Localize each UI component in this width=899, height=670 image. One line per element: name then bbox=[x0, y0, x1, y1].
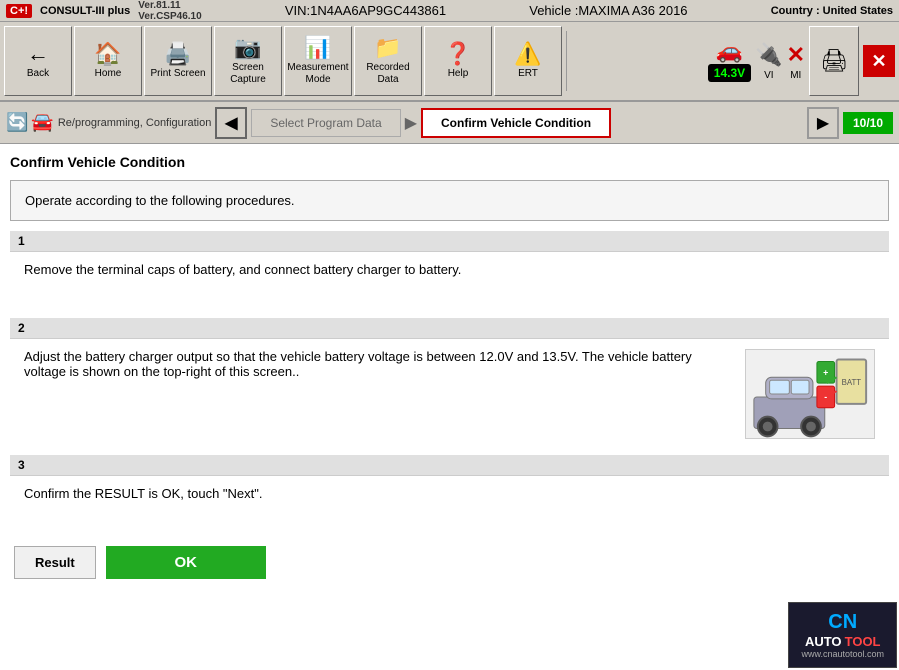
step-3-body: Confirm the RESULT is OK, touch "Next". bbox=[10, 476, 889, 536]
step-2-body: Adjust the battery charger output so tha… bbox=[10, 339, 889, 449]
mi-indicator: ✕ MI bbox=[787, 42, 805, 81]
breadcrumb-bar: 🔄 🚘 Re/programming, Configuration ◀ Sele… bbox=[0, 102, 899, 144]
voltage-indicator: 🚗 14.3V bbox=[708, 40, 751, 82]
printer-button[interactable]: 🖨 bbox=[809, 26, 859, 96]
print-label: Print Screen bbox=[150, 68, 205, 80]
toolbar-right: 🚗 14.3V 🔌 VI ✕ MI 🖨 ✕ bbox=[708, 26, 895, 96]
help-icon: ❓ bbox=[444, 43, 471, 65]
reprogram-section-icon: 🔄 🚘 bbox=[6, 112, 54, 133]
cn-text: CN bbox=[828, 611, 857, 633]
section-label: Re/programming, Configuration bbox=[58, 117, 211, 129]
title-bar: C+! CONSULT-III plus Ver.81.11 Ver.CSP46… bbox=[0, 0, 899, 22]
step-3: 3 Confirm the RESULT is OK, touch "Next"… bbox=[10, 455, 889, 536]
info-box: Operate according to the following proce… bbox=[10, 180, 889, 221]
close-button[interactable]: ✕ bbox=[863, 45, 895, 77]
home-icon: 🏠 bbox=[94, 43, 121, 65]
measurement-label: Measurement Mode bbox=[285, 62, 351, 86]
toolbar: ← Back 🏠 Home 🖨️ Print Screen 📷 Screen C… bbox=[0, 22, 899, 102]
svg-text:+: + bbox=[823, 367, 828, 377]
tool-text: TOOL bbox=[845, 634, 881, 649]
step-2-text: Adjust the battery charger output so tha… bbox=[24, 349, 735, 379]
logo-url: www.cnautotool.com bbox=[801, 649, 884, 659]
result-label: Result bbox=[14, 546, 96, 579]
progress-display: 10/10 bbox=[843, 112, 893, 134]
back-label: Back bbox=[27, 68, 49, 80]
cn-autotool-logo: CN AUTO TOOL www.cnautotool.com bbox=[788, 602, 897, 668]
step-2: 2 Adjust the battery charger output so t… bbox=[10, 318, 889, 449]
ert-icon: ⚠️ bbox=[514, 43, 541, 65]
battery-charger-illustration: BATT + - bbox=[745, 349, 875, 439]
measurement-mode-button[interactable]: 📊 Measurement Mode bbox=[284, 26, 352, 96]
back-icon: ← bbox=[27, 43, 49, 65]
printer2-icon: 🖨 bbox=[820, 48, 848, 74]
step-1: 1 Remove the terminal caps of battery, a… bbox=[10, 231, 889, 312]
recorded-icon: 📁 bbox=[374, 37, 401, 59]
print-screen-button[interactable]: 🖨️ Print Screen bbox=[144, 26, 212, 96]
screen-capture-label: Screen Capture bbox=[215, 62, 281, 86]
breadcrumb-next-button[interactable]: ▶ bbox=[807, 107, 839, 139]
bottom-area: Result OK bbox=[10, 546, 889, 579]
home-button[interactable]: 🏠 Home bbox=[74, 26, 142, 96]
mi-icon: ✕ bbox=[787, 42, 805, 68]
step-1-body: Remove the terminal caps of battery, and… bbox=[10, 252, 889, 312]
step1-breadcrumb: Select Program Data bbox=[251, 109, 400, 137]
step2-breadcrumb: Confirm Vehicle Condition bbox=[421, 108, 611, 138]
vin-display: VIN:1N4AA6AP9GC443861 bbox=[285, 3, 446, 18]
step-3-header: 3 bbox=[10, 455, 889, 476]
voltage-display: 14.3V bbox=[708, 64, 751, 82]
app-logo: C+! bbox=[6, 4, 32, 18]
ok-button[interactable]: OK bbox=[106, 546, 266, 579]
ert-button[interactable]: ⚠️ ERT bbox=[494, 26, 562, 96]
screen-capture-button[interactable]: 📷 Screen Capture bbox=[214, 26, 282, 96]
step-1-text: Remove the terminal caps of battery, and… bbox=[24, 262, 875, 277]
ert-label: ERT bbox=[518, 68, 538, 80]
step-3-text: Confirm the RESULT is OK, touch "Next". bbox=[24, 486, 875, 501]
help-label: Help bbox=[448, 68, 469, 80]
step-1-header: 1 bbox=[10, 231, 889, 252]
page-title: Confirm Vehicle Condition bbox=[10, 154, 889, 170]
camera-icon: 📷 bbox=[234, 37, 261, 59]
step-2-header: 2 bbox=[10, 318, 889, 339]
printer-icon: 🖨️ bbox=[164, 43, 191, 65]
breadcrumb-arrow: ▶ bbox=[405, 113, 417, 133]
auto-text: AUTO bbox=[805, 634, 842, 649]
country-display: Country : United States bbox=[771, 5, 893, 17]
recorded-label: Recorded Data bbox=[355, 62, 421, 86]
vi-label: VI bbox=[764, 70, 773, 81]
car-icon: 🚗 bbox=[716, 40, 743, 62]
vi-indicator: 🔌 VI bbox=[755, 42, 782, 81]
main-content: Confirm Vehicle Condition Operate accord… bbox=[0, 144, 899, 670]
home-label: Home bbox=[95, 68, 122, 80]
mi-label: MI bbox=[790, 70, 801, 81]
app-name: CONSULT-III plus bbox=[40, 5, 130, 17]
car2-icon: 🚘 bbox=[31, 112, 53, 133]
info-text: Operate according to the following proce… bbox=[25, 193, 295, 208]
back-button[interactable]: ← Back bbox=[4, 26, 72, 96]
breadcrumb-back-button[interactable]: ◀ bbox=[215, 107, 247, 139]
vi-icon: 🔌 bbox=[755, 42, 782, 68]
arrows-icon: 🔄 bbox=[6, 112, 28, 133]
help-button[interactable]: ❓ Help bbox=[424, 26, 492, 96]
measurement-icon: 📊 bbox=[304, 37, 331, 59]
version-info: Ver.81.11 Ver.CSP46.10 bbox=[138, 0, 201, 22]
vehicle-display: Vehicle :MAXIMA A36 2016 bbox=[529, 3, 687, 18]
svg-text:BATT: BATT bbox=[842, 378, 862, 387]
recorded-data-button[interactable]: 📁 Recorded Data bbox=[354, 26, 422, 96]
